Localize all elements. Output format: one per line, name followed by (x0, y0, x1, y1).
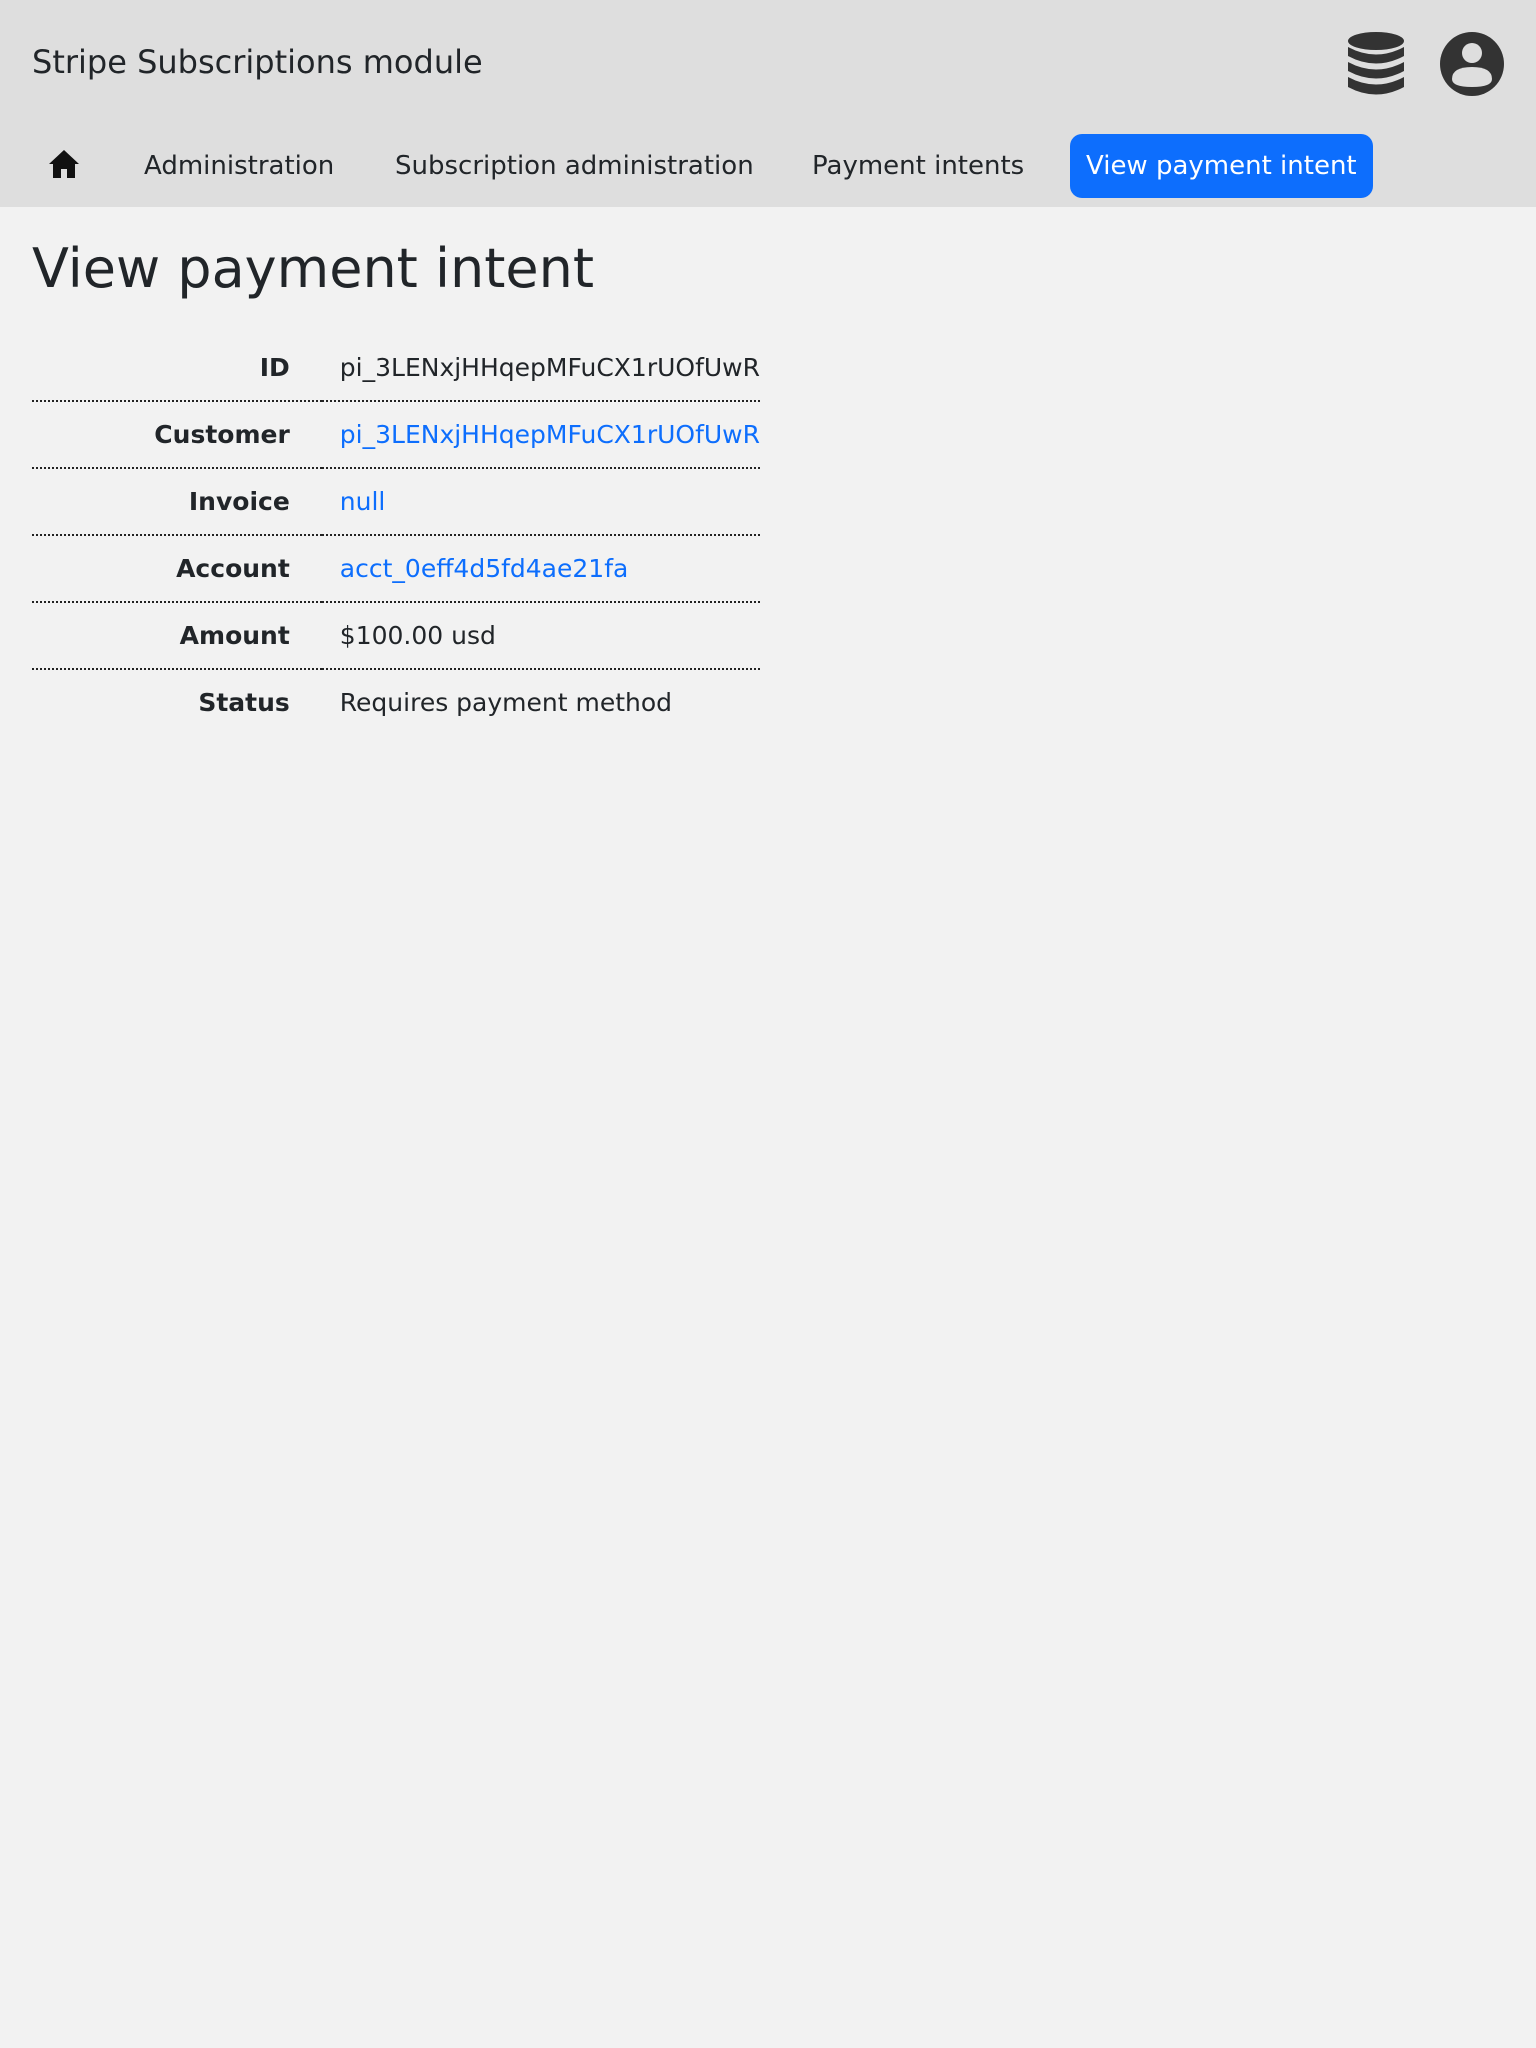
nav-item-payment-intents[interactable]: Payment intents (812, 134, 1024, 198)
nav-home[interactable] (40, 134, 88, 198)
app-title: Stripe Subscriptions module (32, 43, 483, 81)
detail-value-id: pi_3LENxjHHqepMFuCX1rUOfUwR (321, 335, 760, 402)
detail-row-status: Status Requires payment method (32, 669, 760, 735)
nav-item-administration[interactable]: Administration (144, 134, 334, 198)
nav-item-subscription-administration[interactable]: Subscription administration (395, 134, 754, 198)
account-circle-icon[interactable] (1438, 30, 1506, 98)
detail-row-account: Account acct_0eff4d5fd4ae21fa (32, 535, 760, 603)
detail-label: ID (32, 335, 322, 402)
account-link[interactable]: acct_0eff4d5fd4ae21fa (340, 554, 629, 583)
nav-item-view-payment-intent[interactable]: View payment intent (1070, 134, 1373, 198)
detail-row-amount: Amount $100.00 usd (32, 602, 760, 670)
database-icon[interactable] (1346, 30, 1406, 98)
home-icon (49, 150, 79, 178)
app-header: Stripe Subscriptions module Administrati… (0, 0, 1536, 207)
detail-label: Customer (32, 401, 322, 469)
detail-row-id: ID pi_3LENxjHHqepMFuCX1rUOfUwR (32, 335, 760, 402)
detail-row-customer: Customer pi_3LENxjHHqepMFuCX1rUOfUwR (32, 401, 760, 469)
invoice-link[interactable]: null (340, 487, 386, 516)
detail-label: Status (198, 688, 290, 717)
customer-link[interactable]: pi_3LENxjHHqepMFuCX1rUOfUwR (340, 420, 760, 449)
detail-row-invoice: Invoice null (32, 468, 760, 536)
detail-label: Amount (32, 602, 322, 670)
page-title: View payment intent (32, 237, 595, 300)
detail-value-status: Requires payment method (339, 688, 673, 717)
detail-value-amount: $100.00 usd (321, 602, 760, 670)
payment-intent-details: ID pi_3LENxjHHqepMFuCX1rUOfUwR Customer … (32, 335, 760, 735)
detail-label: Invoice (32, 468, 322, 536)
detail-label: Account (32, 535, 322, 603)
